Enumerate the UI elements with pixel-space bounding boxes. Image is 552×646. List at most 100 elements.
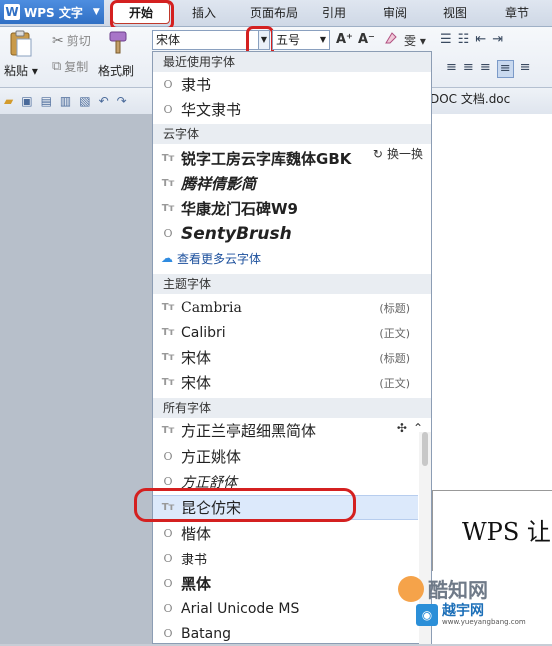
bullet-list-icon[interactable]: ☰ xyxy=(440,32,452,50)
tab-references[interactable]: 引用 xyxy=(320,4,348,22)
font-item-name: 楷体 xyxy=(181,525,212,543)
font-item[interactable]: O Batang xyxy=(153,621,418,646)
font-item[interactable]: O 方正姚体 xyxy=(153,444,418,469)
copy-button[interactable]: ⧉ 复制 xyxy=(52,58,88,75)
paragraph-list-toolbar: ☰ ☷ ⇤ ⇥ xyxy=(440,32,552,50)
tab-view[interactable]: 视图 xyxy=(440,4,470,22)
print-icon[interactable]: ▥ xyxy=(60,94,71,108)
phonetic-guide-button[interactable]: 雯 ▾ xyxy=(404,32,426,49)
save-icon[interactable]: ▣ xyxy=(21,94,32,108)
opentype-font-icon: O xyxy=(163,527,173,540)
font-item[interactable]: Tт Calibri (正文) xyxy=(153,320,418,345)
redo-icon[interactable]: ↷ xyxy=(117,94,127,108)
shrink-font-button[interactable]: A⁻ xyxy=(358,32,375,47)
chevron-down-icon: ▼ xyxy=(319,35,326,44)
annotation-highlight-tab xyxy=(110,0,174,30)
font-role-tag: (标题) xyxy=(379,351,410,365)
paste-icon[interactable] xyxy=(8,30,34,58)
format-painter-icon[interactable] xyxy=(104,30,130,56)
font-role-tag: (标题) xyxy=(379,301,410,315)
font-item-name: 宋体 xyxy=(181,349,212,367)
align-justify-icon[interactable]: ≡ xyxy=(496,60,514,78)
opentype-font-icon: O xyxy=(163,78,173,91)
font-item[interactable]: Tт Cambria (标题) xyxy=(153,295,418,320)
cut-button[interactable]: ✂ 剪切 xyxy=(52,32,91,49)
font-item[interactable]: Tт 腾祥倩影简 xyxy=(153,171,418,196)
decrease-indent-icon[interactable]: ⇤ xyxy=(475,32,486,50)
watermark-2: ◉ 越宇网 www.yueyangbang.com xyxy=(416,603,526,627)
scissors-icon: ✂ xyxy=(52,32,64,49)
truetype-font-icon: Tт xyxy=(161,327,175,338)
print-preview-icon[interactable]: ▤ xyxy=(41,94,52,108)
opentype-font-icon: O xyxy=(163,627,173,640)
format-painter-button[interactable]: 格式刷 xyxy=(98,62,134,79)
undo-icon[interactable]: ↶ xyxy=(99,94,109,108)
font-item[interactable]: O 隶书 xyxy=(153,546,418,571)
copy-icon: ⧉ xyxy=(52,59,62,74)
align-left-icon[interactable]: ≡ xyxy=(446,60,457,78)
paste-button[interactable]: 粘贴 ▾ xyxy=(4,62,38,79)
opentype-font-icon: O xyxy=(163,103,173,116)
chevron-down-icon: ▼ xyxy=(92,7,100,17)
wps-logo-icon: W xyxy=(4,4,20,20)
align-center-icon[interactable]: ≡ xyxy=(463,60,474,78)
truetype-font-icon: Tт xyxy=(161,153,175,164)
font-item[interactable]: O 黑体 xyxy=(153,571,418,596)
font-item[interactable]: O 隶书 xyxy=(153,72,418,97)
tab-chapter[interactable]: 章节 xyxy=(502,4,532,22)
font-item-name: 方正姚体 xyxy=(181,448,242,466)
font-item[interactable]: Tт 方正兰亭超细黑简体 xyxy=(153,418,418,443)
opentype-font-icon: O xyxy=(163,450,173,463)
grow-font-button[interactable]: A⁺ xyxy=(336,32,353,47)
font-item[interactable]: O Arial Unicode MS xyxy=(153,596,418,621)
opentype-font-icon: O xyxy=(163,602,173,615)
section-header-theme: 主题字体 xyxy=(153,274,431,294)
clear-format-icon[interactable] xyxy=(384,30,398,46)
paste-label: 粘贴 xyxy=(4,64,29,78)
copy-label: 复制 xyxy=(64,60,89,74)
opentype-font-icon: O xyxy=(163,552,173,565)
section-header-all: 所有字体 ✣ ⌃ xyxy=(153,398,431,435)
open-folder-icon[interactable]: ▰ xyxy=(4,94,13,108)
section-header-cloud-label: 云字体 xyxy=(163,127,200,141)
annotation-highlight-font xyxy=(134,488,356,522)
tab-insert[interactable]: 插入 xyxy=(186,4,222,22)
watermark-2-url: www.yueyangbang.com xyxy=(442,617,526,626)
app-menu-button[interactable]: W WPS 文字 ▼ xyxy=(0,0,104,24)
preview-icon[interactable]: ▧ xyxy=(79,94,90,108)
opentype-font-icon: O xyxy=(163,577,173,590)
align-right-icon[interactable]: ≡ xyxy=(480,60,491,78)
truetype-font-icon: Tт xyxy=(161,352,175,363)
cloud-icon: ☁ xyxy=(161,251,173,265)
watermark-2-text: 越宇网 xyxy=(442,603,484,619)
distribute-icon[interactable]: ≡ xyxy=(520,60,531,78)
font-item[interactable]: Tт 华康龙门石碑W9 xyxy=(153,196,418,221)
font-item-name: 腾祥倩影简 xyxy=(181,175,257,193)
font-item[interactable]: Tт 宋体 (标题) xyxy=(153,345,418,370)
font-item-name: Cambria xyxy=(181,299,242,316)
font-item[interactable]: O 楷体 xyxy=(153,521,418,546)
truetype-font-icon: Tт xyxy=(161,425,175,436)
font-item-name: 华文隶书 xyxy=(181,101,242,119)
tab-page-layout[interactable]: 页面布局 xyxy=(244,4,304,22)
tab-review[interactable]: 审阅 xyxy=(380,4,410,22)
font-size-combobox[interactable]: 五号 ▼ xyxy=(272,30,330,50)
font-item[interactable]: O 华文隶书 xyxy=(153,97,418,122)
font-item-name: 锐字工房云字库魏体GBK xyxy=(181,150,352,168)
font-role-tag: (正文) xyxy=(379,326,410,340)
truetype-font-icon: Tт xyxy=(161,178,175,189)
font-item-name: 隶书 xyxy=(181,76,212,94)
more-cloud-fonts-link[interactable]: ☁ 查看更多云字体 xyxy=(153,248,418,268)
numbered-list-icon[interactable]: ☷ xyxy=(458,32,470,50)
font-item-name: 黑体 xyxy=(181,575,212,593)
document-tab[interactable]: DOC 文档.doc xyxy=(430,90,510,107)
watermark-1: 酷知网 xyxy=(398,574,488,603)
font-list-scroll-thumb[interactable] xyxy=(422,432,428,466)
font-item[interactable]: O SentyBrush xyxy=(153,221,418,246)
increase-indent-icon[interactable]: ⇥ xyxy=(492,32,503,50)
font-item[interactable]: Tт 锐字工房云字库魏体GBK xyxy=(153,146,418,171)
font-item[interactable]: Tт 宋体 (正文) xyxy=(153,370,418,395)
font-item-name: 宋体 xyxy=(181,374,212,392)
app-name: WPS 文字 xyxy=(24,5,83,20)
truetype-font-icon: Tт xyxy=(161,302,175,313)
